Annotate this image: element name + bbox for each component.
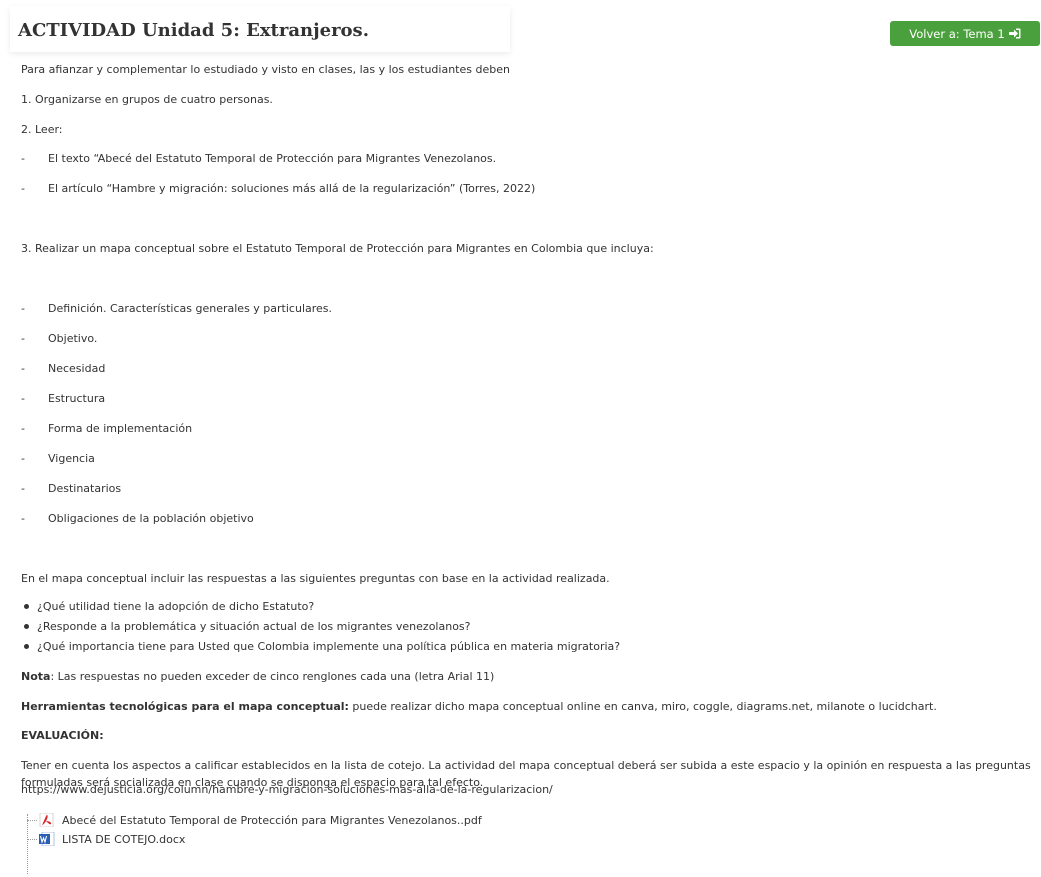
tools-text: Herramientas tecnológicas para el mapa c… bbox=[21, 700, 937, 713]
back-to-topic-button[interactable]: Volver a: Tema 1 bbox=[890, 21, 1040, 46]
reference-link[interactable]: https://www.dejusticia.org/column/hambre… bbox=[21, 783, 553, 797]
intro-text: Para afianzar y complementar lo estudiad… bbox=[21, 63, 510, 76]
page-title: ACTIVIDAD Unidad 5: Extranjeros. bbox=[18, 20, 369, 41]
file-item-pdf[interactable]: Abecé del Estatuto Temporal de Protecció… bbox=[27, 813, 482, 827]
step-1: 1. Organizarse en grupos de cuatro perso… bbox=[21, 93, 273, 106]
map-item: - Objetivo. bbox=[21, 332, 98, 345]
note-text: Nota: Las respuestas no pueden exceder d… bbox=[21, 670, 495, 683]
map-item: - Estructura bbox=[21, 392, 106, 405]
reading-item: - El artículo “Hambre y migración: soluci… bbox=[21, 182, 536, 195]
back-button-label: Volver a: Tema 1 bbox=[909, 26, 1005, 41]
word-doc-icon bbox=[39, 832, 55, 846]
sign-in-icon bbox=[1008, 28, 1021, 39]
evaluation-heading: EVALUACIÓN: bbox=[21, 729, 104, 742]
question-item: ¿Responde a la problemática y situación … bbox=[21, 620, 471, 634]
questions-intro: En el mapa conceptual incluir las respue… bbox=[21, 572, 610, 585]
file-item-docx[interactable]: LISTA DE COTEJO.docx bbox=[27, 832, 185, 846]
question-item: ¿Qué utilidad tiene la adopción de dicho… bbox=[21, 600, 314, 614]
map-item: - Forma de implementación bbox=[21, 422, 193, 435]
question-item: ¿Qué importancia tiene para Usted que Co… bbox=[21, 640, 620, 654]
map-item: - Destinatarios bbox=[21, 482, 122, 495]
map-item: - Vigencia bbox=[21, 452, 95, 465]
map-item: - Necesidad bbox=[21, 362, 106, 375]
step-2: 2. Leer: bbox=[21, 123, 63, 136]
map-item: - Obligaciones de la población objetivo bbox=[21, 512, 254, 525]
reading-item: - El texto “Abecé del Estatuto Temporal d… bbox=[21, 152, 497, 165]
map-item: - Definición. Características generales y… bbox=[21, 302, 333, 315]
file-tree: Abecé del Estatuto Temporal de Protecció… bbox=[27, 810, 727, 877]
pdf-icon bbox=[39, 813, 55, 827]
step-3: 3. Realizar un mapa conceptual sobre el … bbox=[21, 242, 654, 255]
